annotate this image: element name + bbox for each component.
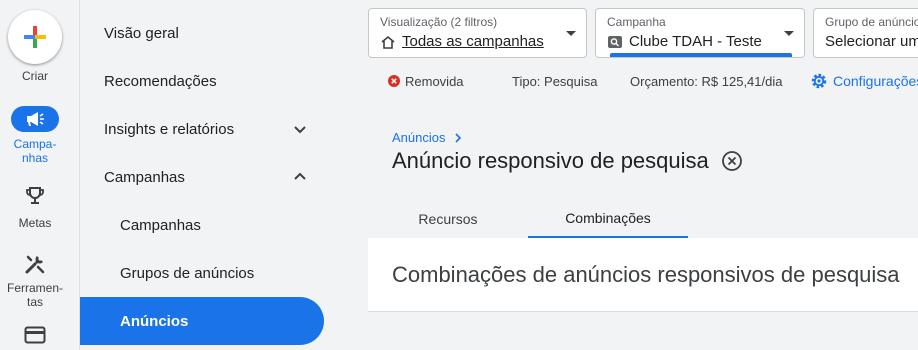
nav-item-label: Grupos de anúncios xyxy=(120,264,255,282)
tab-label: Combinações xyxy=(565,210,651,226)
nav-item-ad-groups[interactable]: Grupos de anúncios xyxy=(80,249,324,297)
campaign-selector-caption: Campanha xyxy=(607,15,666,29)
adgroup-selector[interactable]: Grupo de anúncios Selecionar um xyxy=(813,8,918,58)
tab-combinations[interactable]: Combinações xyxy=(528,200,688,238)
goals-label: Metas xyxy=(18,216,52,230)
status-removed: Removida xyxy=(388,74,464,89)
dropdown-caret-icon xyxy=(784,31,794,36)
page-title-text: Anúncio responsivo de pesquisa xyxy=(392,148,709,173)
nav-item-label: Recomendações xyxy=(104,72,217,90)
plus-icon xyxy=(24,26,46,48)
nav-item-recommendations[interactable]: Recomendações xyxy=(80,57,324,105)
status-type-label: Tipo: Pesquisa xyxy=(512,73,598,89)
campaign-selector-value: Clube TDAH - Teste xyxy=(629,33,762,50)
settings-link[interactable]: Configurações xyxy=(810,72,918,90)
nav-item-label: Campanhas xyxy=(120,216,201,234)
settings-link-label: Configurações xyxy=(833,73,918,89)
tab-resources[interactable]: Recursos xyxy=(392,200,504,238)
tools-icon xyxy=(25,255,45,274)
breadcrumb-ads[interactable]: Anúncios xyxy=(392,130,445,145)
trophy-icon xyxy=(26,187,44,204)
tools-rail-button[interactable] xyxy=(23,252,47,276)
search-campaign-icon xyxy=(608,36,622,48)
campaigns-label-line1: Campa- xyxy=(13,137,57,151)
side-nav: Visão geral Recomendações Insights e rel… xyxy=(80,0,368,350)
nav-item-insights[interactable]: Insights e relatórios xyxy=(80,105,324,153)
dropdown-caret-icon xyxy=(566,31,576,36)
ad-detail-section: Anúncios Anúncio responsivo de pesquisa … xyxy=(368,112,918,312)
view-selector[interactable]: Visualização (2 filtros) Todas as campan… xyxy=(368,8,587,58)
nav-item-label: Insights e relatórios xyxy=(104,120,235,138)
nav-item-ads[interactable]: Anúncios xyxy=(80,297,324,345)
adgroup-selector-caption: Grupo de anúncios xyxy=(825,15,918,29)
tools-rail-label: Ferramen- tas xyxy=(0,281,70,309)
view-selector-caption: Visualização (2 filtros) xyxy=(380,15,498,29)
campaigns-rail-button[interactable] xyxy=(11,106,59,132)
nav-item-campaigns[interactable]: Campanhas xyxy=(80,201,324,249)
nav-item-label: Visão geral xyxy=(104,24,179,42)
nav-item-campaigns-group[interactable]: Campanhas xyxy=(80,153,324,201)
tools-label-line1: Ferramen- xyxy=(6,281,63,295)
create-label: Criar xyxy=(22,69,48,83)
combinations-panel: Combinações de anúncios responsivos de p… xyxy=(368,238,918,312)
nav-item-label: Campanhas xyxy=(104,168,185,186)
status-removed-label: Removida xyxy=(405,73,464,89)
tab-label: Recursos xyxy=(418,211,478,227)
chevron-up-icon xyxy=(294,172,306,180)
selected-indicator xyxy=(610,53,792,57)
chevron-down-icon xyxy=(294,126,306,134)
nav-item-overview[interactable]: Visão geral xyxy=(80,9,324,57)
campaign-selector[interactable]: Campanha Clube TDAH - Teste xyxy=(595,8,805,58)
status-type: Tipo: Pesquisa xyxy=(512,74,598,89)
goals-rail-button[interactable] xyxy=(23,184,47,208)
campaign-status-bar: Removida Tipo: Pesquisa Orçamento: R$ 12… xyxy=(368,66,918,96)
chevron-right-icon xyxy=(455,132,462,143)
left-rail: Criar Campa- nhas Metas Ferramen- tas xyxy=(0,0,80,350)
billing-rail-button[interactable] xyxy=(23,323,47,347)
view-selector-value: Todas as campanhas xyxy=(402,33,544,50)
adgroup-selector-value: Selecionar um xyxy=(825,33,918,50)
megaphone-icon xyxy=(27,112,44,126)
main-content: Visualização (2 filtros) Todas as campan… xyxy=(368,0,918,350)
home-icon xyxy=(381,35,395,49)
campaigns-label-line2: nhas xyxy=(21,151,49,165)
credit-card-icon xyxy=(24,326,46,344)
campaigns-rail-label: Campa- nhas xyxy=(0,137,70,165)
removed-status-icon xyxy=(388,75,400,87)
create-button[interactable] xyxy=(8,10,62,64)
nav-item-label: Anúncios xyxy=(120,312,189,330)
tools-label-line2: tas xyxy=(26,295,43,309)
status-budget: Orçamento: R$ 125,41/dia xyxy=(630,74,782,89)
page-title: Anúncio responsivo de pesquisa xyxy=(392,148,743,174)
gear-icon xyxy=(811,73,827,89)
breadcrumb[interactable]: Anúncios xyxy=(392,130,465,145)
panel-title: Combinações de anúncios responsivos de p… xyxy=(392,262,900,287)
status-budget-label: Orçamento: R$ 125,41/dia xyxy=(630,73,783,89)
removed-circle-x-icon xyxy=(721,151,742,171)
